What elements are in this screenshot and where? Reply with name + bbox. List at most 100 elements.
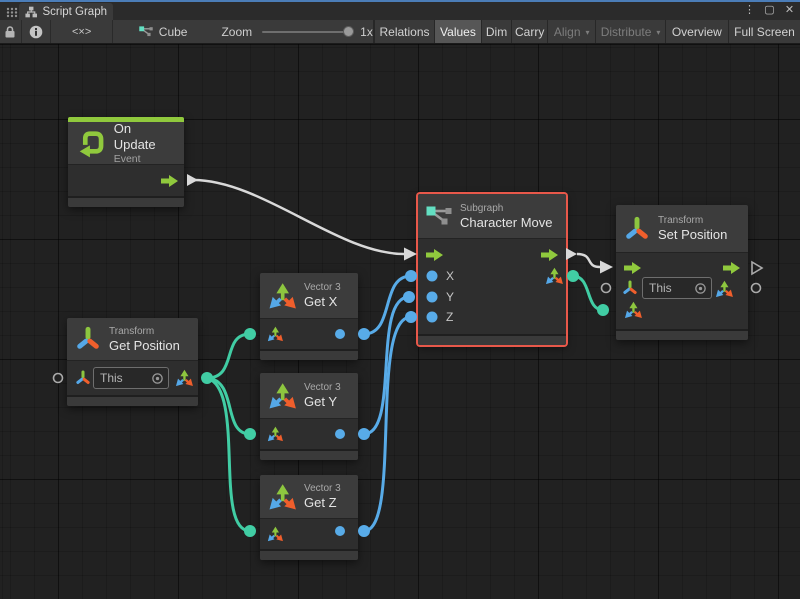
info-button[interactable]	[22, 20, 52, 43]
flow-wire-start-arrow	[566, 248, 577, 260]
vector3-icon	[267, 326, 283, 342]
vector3-icon	[545, 267, 563, 285]
close-button[interactable]: ✕	[782, 3, 797, 18]
flow-output-port[interactable]	[723, 261, 740, 279]
this-object-field[interactable]: This	[642, 277, 712, 299]
input-label-z: Z	[446, 310, 453, 324]
vector3-icon	[267, 426, 283, 442]
object-picker-icon[interactable]	[151, 372, 164, 385]
node-category: Vector 3	[304, 381, 341, 394]
node-header: Transform Get Position	[67, 318, 198, 360]
node-get-z[interactable]: Vector 3 Get Z	[260, 475, 358, 560]
vector3-output-port[interactable]	[715, 280, 733, 303]
transform-icon	[622, 280, 638, 296]
edit-source-button[interactable]: <×>	[51, 20, 112, 43]
node-on-update[interactable]: On Update Event	[68, 117, 184, 207]
vector3-input-port[interactable]	[624, 301, 642, 324]
node-title: Get Y	[304, 394, 341, 410]
graph-canvas[interactable]: On Update Event Transform Get Position T…	[0, 44, 800, 599]
node-category: Vector 3	[304, 281, 341, 294]
flow-wire-start-arrow	[187, 174, 198, 186]
target-object-label[interactable]: Cube	[159, 25, 188, 39]
overview-button[interactable]: Overview	[665, 20, 728, 43]
align-button[interactable]: Align ▾	[547, 20, 595, 43]
zoom-value: 1x	[360, 25, 373, 39]
transform-icon	[624, 216, 650, 242]
input-label-y: Y	[446, 290, 454, 304]
relations-button[interactable]: Relations	[374, 20, 434, 43]
full-screen-button[interactable]: Full Screen	[728, 20, 800, 43]
chevron-down-icon: ▾	[656, 28, 660, 37]
node-category: Transform	[109, 325, 180, 338]
node-character-move[interactable]: Subgraph Character Move X Y Z	[418, 194, 566, 345]
node-header: On Update Event	[68, 122, 184, 164]
vector3-output-port[interactable]	[545, 267, 563, 290]
zoom-slider-knob[interactable]	[343, 26, 354, 37]
wire-getposition-gety[interactable]	[207, 378, 250, 434]
vector3-icon	[267, 526, 283, 542]
wire-getz-charactermove[interactable]	[364, 317, 411, 531]
values-button[interactable]: Values	[434, 20, 481, 43]
unconnected-port-setposition-flow-out[interactable]	[752, 262, 762, 274]
flow-output-port[interactable]	[541, 248, 558, 266]
vector3-output-port[interactable]	[175, 369, 193, 392]
zoom-label: Zoom	[221, 25, 252, 39]
flow-arrow-icon	[426, 249, 443, 261]
node-category: Subgraph	[460, 202, 552, 215]
vector3-input-port[interactable]	[267, 426, 283, 447]
zoom-slider[interactable]	[262, 31, 352, 33]
node-get-position[interactable]: Transform Get Position This	[67, 318, 198, 406]
transform-icon	[75, 370, 91, 386]
flow-arrow-icon	[541, 249, 558, 261]
graph-icon	[25, 6, 37, 18]
dim-button[interactable]: Dim	[481, 20, 512, 43]
wire-charactermove-setposition-vector[interactable]	[573, 276, 603, 310]
unconnected-port-setposition-this[interactable]	[602, 284, 611, 293]
loop-event-icon	[76, 128, 106, 158]
flow-arrow-icon	[161, 175, 178, 187]
vector3-input-port[interactable]	[267, 326, 283, 347]
node-title: Get Z	[304, 495, 341, 511]
vector3-icon	[624, 301, 642, 319]
transform-icon	[75, 326, 101, 352]
object-picker-icon[interactable]	[694, 282, 707, 295]
flow-arrow-icon	[624, 262, 641, 274]
wire-gety-charactermove[interactable]	[364, 297, 409, 434]
vector3-input-port[interactable]	[267, 526, 283, 547]
wire-flow-charactermove-setposition[interactable]	[577, 254, 600, 267]
vector3-icon	[715, 280, 733, 298]
maximize-button[interactable]: ▢	[762, 3, 777, 18]
node-title: Get X	[304, 294, 341, 310]
flow-input-port[interactable]	[426, 248, 443, 266]
vector3-icon	[175, 369, 193, 387]
this-object-field[interactable]: This	[93, 367, 169, 389]
transform-input-port[interactable]	[622, 280, 638, 301]
code-icon: <×>	[72, 26, 91, 38]
vector3-icon	[268, 483, 296, 511]
focus-accent-line	[0, 0, 800, 2]
tab-script-graph[interactable]: Script Graph	[19, 3, 113, 20]
carry-button[interactable]: Carry	[511, 20, 547, 43]
wire-getx-charactermove[interactable]	[364, 276, 411, 334]
lock-button[interactable]	[0, 20, 22, 43]
input-label-x: X	[446, 269, 454, 283]
unconnected-port-setposition-value-out[interactable]	[752, 284, 761, 293]
node-get-y[interactable]: Vector 3 Get Y	[260, 373, 358, 460]
unconnected-port-getposition-this[interactable]	[54, 374, 63, 383]
distribute-button[interactable]: Distribute ▾	[595, 20, 664, 43]
node-get-x[interactable]: Vector 3 Get X	[260, 273, 358, 360]
transform-input-port[interactable]	[75, 370, 91, 391]
flow-output-port[interactable]	[161, 174, 178, 192]
info-icon	[29, 25, 43, 39]
wire-getposition-getx[interactable]	[207, 334, 250, 378]
toolbar-middle: Cube Zoom 1x	[113, 20, 374, 43]
node-footer	[260, 349, 358, 360]
node-title: Get Position	[109, 338, 180, 354]
node-set-position[interactable]: Transform Set Position This	[616, 205, 748, 340]
window-menu-button[interactable]: ⋮	[742, 3, 757, 18]
subgraph-icon	[426, 206, 452, 226]
wire-getposition-getz[interactable]	[207, 378, 250, 531]
flow-input-port[interactable]	[624, 261, 641, 279]
float-wire-dots	[358, 270, 417, 537]
wire-flow-onupdate-charactermove[interactable]	[193, 180, 404, 254]
